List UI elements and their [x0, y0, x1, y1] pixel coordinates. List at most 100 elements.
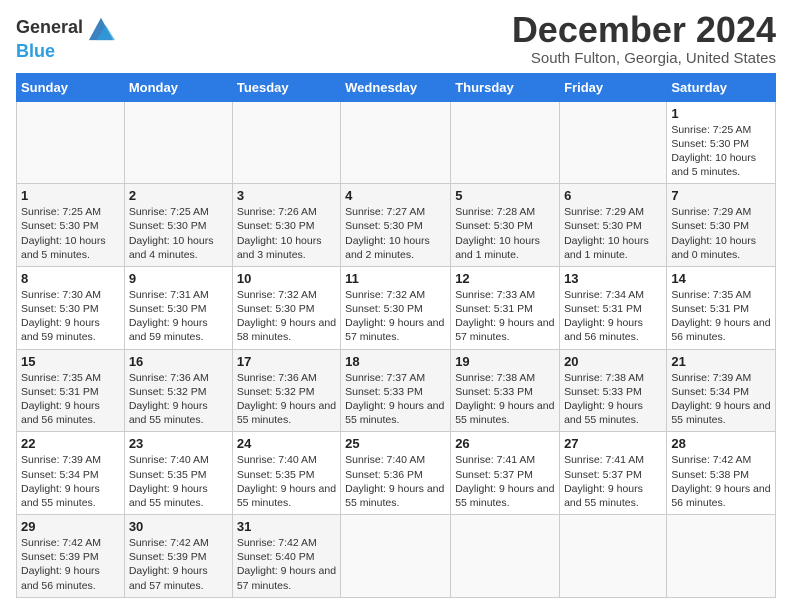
logo-blue: Blue [16, 42, 115, 62]
calendar-cell: 21 Sunrise: 7:39 AMSunset: 5:34 PMDayligh… [667, 349, 776, 432]
day-number: 17 [237, 354, 336, 369]
calendar-cell: 18 Sunrise: 7:37 AMSunset: 5:33 PMDayligh… [341, 349, 451, 432]
calendar-header-friday: Friday [560, 73, 667, 101]
month-title: December 2024 [512, 10, 776, 50]
day-detail: Sunrise: 7:42 AMSunset: 5:40 PMDaylight:… [237, 536, 336, 593]
calendar-cell: 20Sunrise: 7:38 AMSunset: 5:33 PMDayligh… [560, 349, 667, 432]
calendar-cell: 5 Sunrise: 7:28 AMSunset: 5:30 PMDaylight… [451, 184, 560, 267]
calendar-cell: 16 Sunrise: 7:36 AMSunset: 5:32 PMDayligh… [124, 349, 232, 432]
day-detail: Sunrise: 7:40 AMSunset: 5:35 PMDaylight:… [237, 453, 336, 510]
day-detail: Sunrise: 7:30 AMSunset: 5:30 PMDaylight:… [21, 288, 120, 345]
day-detail: Sunrise: 7:36 AMSunset: 5:32 PMDaylight:… [129, 371, 228, 428]
day-detail: Sunrise: 7:40 AMSunset: 5:35 PMDaylight:… [129, 453, 228, 510]
calendar-cell [232, 101, 340, 184]
day-detail: Sunrise: 7:32 AMSunset: 5:30 PMDaylight:… [345, 288, 446, 345]
page-container: General Blue December 2024 South Fulton,… [0, 0, 792, 608]
calendar-header-tuesday: Tuesday [232, 73, 340, 101]
day-detail: Sunrise: 7:31 AMSunset: 5:30 PMDaylight:… [129, 288, 228, 345]
day-detail: Sunrise: 7:37 AMSunset: 5:33 PMDaylight:… [345, 371, 446, 428]
day-detail: Sunrise: 7:42 AMSunset: 5:39 PMDaylight:… [21, 536, 120, 593]
day-detail: Sunrise: 7:38 AMSunset: 5:33 PMDaylight:… [564, 371, 662, 428]
calendar-cell: 27 Sunrise: 7:41 AMSunset: 5:37 PMDayligh… [560, 432, 667, 515]
day-number: 1 [21, 188, 120, 203]
calendar-week-row: 29 Sunrise: 7:42 AMSunset: 5:39 PMDayligh… [17, 515, 776, 598]
calendar-cell: 22Sunrise: 7:39 AMSunset: 5:34 PMDayligh… [17, 432, 125, 515]
calendar-cell: 12 Sunrise: 7:33 AMSunset: 5:31 PMDayligh… [451, 266, 560, 349]
calendar-cell: 11Sunrise: 7:32 AMSunset: 5:30 PMDayligh… [341, 266, 451, 349]
day-number: 15 [21, 354, 120, 369]
day-detail: Sunrise: 7:38 AMSunset: 5:33 PMDaylight:… [455, 371, 555, 428]
day-detail: Sunrise: 7:33 AMSunset: 5:31 PMDaylight:… [455, 288, 555, 345]
day-detail: Sunrise: 7:25 AMSunset: 5:30 PMDaylight:… [21, 205, 120, 262]
day-number: 31 [237, 519, 336, 534]
day-number: 28 [671, 436, 771, 451]
day-detail: Sunrise: 7:25 AMSunset: 5:30 PMDaylight:… [129, 205, 228, 262]
calendar-cell: 13Sunrise: 7:34 AMSunset: 5:31 PMDayligh… [560, 266, 667, 349]
day-detail: Sunrise: 7:36 AMSunset: 5:32 PMDaylight:… [237, 371, 336, 428]
day-detail: Sunrise: 7:35 AMSunset: 5:31 PMDaylight:… [21, 371, 120, 428]
calendar: SundayMondayTuesdayWednesdayThursdayFrid… [16, 73, 776, 598]
calendar-cell: 17 Sunrise: 7:36 AMSunset: 5:32 PMDayligh… [232, 349, 340, 432]
day-number: 12 [455, 271, 555, 286]
day-number: 21 [671, 354, 771, 369]
calendar-header-saturday: Saturday [667, 73, 776, 101]
day-detail: Sunrise: 7:41 AMSunset: 5:37 PMDaylight:… [455, 453, 555, 510]
calendar-cell: 8 Sunrise: 7:30 AMSunset: 5:30 PMDaylight… [17, 266, 125, 349]
day-number: 8 [21, 271, 120, 286]
day-number: 16 [129, 354, 228, 369]
day-detail: Sunrise: 7:41 AMSunset: 5:37 PMDaylight:… [564, 453, 662, 510]
calendar-cell: 3Sunrise: 7:26 AMSunset: 5:30 PMDaylight… [232, 184, 340, 267]
day-number: 7 [671, 188, 771, 203]
day-detail: Sunrise: 7:29 AMSunset: 5:30 PMDaylight:… [671, 205, 771, 262]
calendar-cell [17, 101, 125, 184]
calendar-cell: 30Sunrise: 7:42 AMSunset: 5:39 PMDayligh… [124, 515, 232, 598]
calendar-cell [341, 101, 451, 184]
day-number: 25 [345, 436, 446, 451]
day-number: 10 [237, 271, 336, 286]
calendar-cell [451, 515, 560, 598]
logo: General Blue [16, 14, 115, 62]
day-number: 2 [129, 188, 228, 203]
day-number: 4 [345, 188, 446, 203]
calendar-cell: 15 Sunrise: 7:35 AMSunset: 5:31 PMDayligh… [17, 349, 125, 432]
calendar-header-sunday: Sunday [17, 73, 125, 101]
calendar-cell [451, 101, 560, 184]
calendar-week-row: 15 Sunrise: 7:35 AMSunset: 5:31 PMDayligh… [17, 349, 776, 432]
day-detail: Sunrise: 7:39 AMSunset: 5:34 PMDaylight:… [671, 371, 771, 428]
calendar-cell: 25 Sunrise: 7:40 AMSunset: 5:36 PMDayligh… [341, 432, 451, 515]
calendar-cell: 24Sunrise: 7:40 AMSunset: 5:35 PMDayligh… [232, 432, 340, 515]
day-detail: Sunrise: 7:28 AMSunset: 5:30 PMDaylight:… [455, 205, 555, 262]
location: South Fulton, Georgia, United States [512, 50, 776, 67]
day-number: 30 [129, 519, 228, 534]
day-number: 29 [21, 519, 120, 534]
calendar-cell: 14Sunrise: 7:35 AMSunset: 5:31 PMDayligh… [667, 266, 776, 349]
day-number: 22 [21, 436, 120, 451]
day-detail: Sunrise: 7:40 AMSunset: 5:36 PMDaylight:… [345, 453, 446, 510]
day-number: 13 [564, 271, 662, 286]
calendar-cell: 6Sunrise: 7:29 AMSunset: 5:30 PMDaylight… [560, 184, 667, 267]
calendar-cell: 7 Sunrise: 7:29 AMSunset: 5:30 PMDaylight… [667, 184, 776, 267]
day-detail: Sunrise: 7:42 AMSunset: 5:38 PMDaylight:… [671, 453, 771, 510]
calendar-cell: 9Sunrise: 7:31 AMSunset: 5:30 PMDaylight… [124, 266, 232, 349]
day-number: 27 [564, 436, 662, 451]
calendar-header-monday: Monday [124, 73, 232, 101]
calendar-week-row: 8 Sunrise: 7:30 AMSunset: 5:30 PMDaylight… [17, 266, 776, 349]
calendar-week-row: 22Sunrise: 7:39 AMSunset: 5:34 PMDayligh… [17, 432, 776, 515]
day-number: 18 [345, 354, 446, 369]
calendar-header-thursday: Thursday [451, 73, 560, 101]
calendar-cell: 28 Sunrise: 7:42 AMSunset: 5:38 PMDayligh… [667, 432, 776, 515]
calendar-cell: 26 Sunrise: 7:41 AMSunset: 5:37 PMDayligh… [451, 432, 560, 515]
day-number: 5 [455, 188, 555, 203]
header: General Blue December 2024 South Fulton,… [16, 10, 776, 67]
calendar-cell: 4Sunrise: 7:27 AMSunset: 5:30 PMDaylight… [341, 184, 451, 267]
day-number: 23 [129, 436, 228, 451]
calendar-cell: 2 Sunrise: 7:25 AMSunset: 5:30 PMDaylight… [124, 184, 232, 267]
calendar-cell: 23 Sunrise: 7:40 AMSunset: 5:35 PMDayligh… [124, 432, 232, 515]
day-number: 14 [671, 271, 771, 286]
day-number: 3 [237, 188, 336, 203]
calendar-header-row: SundayMondayTuesdayWednesdayThursdayFrid… [17, 73, 776, 101]
calendar-cell: 1Sunrise: 7:25 AMSunset: 5:30 PMDaylight… [667, 101, 776, 184]
day-number: 26 [455, 436, 555, 451]
calendar-week-row: 1 Sunrise: 7:25 AMSunset: 5:30 PMDaylight… [17, 184, 776, 267]
calendar-cell [667, 515, 776, 598]
